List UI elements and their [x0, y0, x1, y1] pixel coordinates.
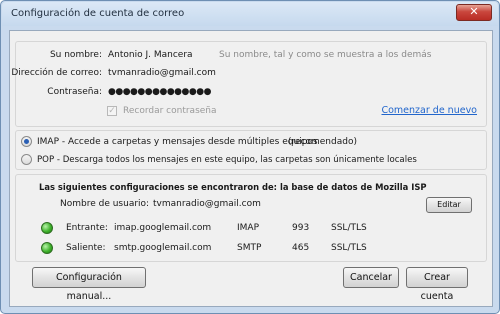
- outgoing-status-icon: [41, 242, 53, 254]
- found-config-group: Las siguientes configuraciones se encont…: [15, 174, 487, 262]
- name-hint: Su nombre, tal y como se muestra a los d…: [219, 50, 432, 60]
- imap-radio[interactable]: [21, 136, 32, 147]
- password-field[interactable]: ●●●●●●●●●●●●●●: [108, 87, 211, 97]
- account-setup-window: Configuración de cuenta de correo ✕ Su n…: [0, 0, 500, 314]
- protocol-group: IMAP - Accede a carpetas y mensajes desd…: [15, 130, 487, 170]
- title-bar: Configuración de cuenta de correo ✕: [2, 2, 498, 26]
- email-field[interactable]: tvmanradio@gmail.com: [108, 68, 216, 78]
- found-config-heading: Las siguientes configuraciones se encont…: [39, 182, 427, 192]
- pop-radio[interactable]: [21, 154, 32, 165]
- incoming-host: imap.googlemail.com: [114, 223, 212, 233]
- restart-link[interactable]: Comenzar de nuevo: [381, 105, 477, 116]
- name-label: Su nombre:: [49, 50, 102, 60]
- outgoing-port: 465: [292, 243, 310, 253]
- incoming-security: SSL/TLS: [331, 223, 367, 233]
- incoming-label: Entrante:: [66, 223, 108, 233]
- incoming-status-icon: [41, 222, 53, 234]
- name-field[interactable]: Antonio J. Mancera: [108, 50, 193, 60]
- checkmark-icon: ✓: [108, 106, 116, 116]
- outgoing-label: Saliente:: [66, 243, 106, 253]
- edit-button[interactable]: Editar: [426, 197, 472, 213]
- window-title: Configuración de cuenta de correo: [11, 8, 185, 19]
- close-button[interactable]: ✕: [456, 4, 492, 21]
- outgoing-security: SSL/TLS: [331, 243, 367, 253]
- outgoing-protocol: SMTP: [237, 243, 262, 253]
- remember-password-label: Recordar contraseña: [123, 106, 217, 116]
- create-account-button[interactable]: Crear cuenta: [406, 267, 468, 302]
- imap-recommended-note: (recomendado): [288, 137, 357, 147]
- incoming-port: 993: [292, 223, 310, 233]
- dialog-body: Su nombre: Antonio J. Mancera Su nombre,…: [9, 30, 493, 307]
- pop-label: POP - Descarga todos los mensajes en est…: [37, 155, 417, 165]
- imap-label: IMAP - Accede a carpetas y mensajes desd…: [37, 137, 318, 147]
- username-value: tvmanradio@gmail.com: [153, 199, 261, 209]
- incoming-protocol: IMAP: [237, 223, 260, 233]
- outgoing-host: smtp.googlemail.com: [114, 243, 212, 253]
- cancel-button[interactable]: Cancelar: [343, 267, 399, 288]
- close-icon: ✕: [469, 5, 479, 18]
- account-details-group: Su nombre: Antonio J. Mancera Su nombre,…: [11, 41, 487, 127]
- password-label: Contraseña:: [47, 87, 102, 97]
- username-label: Nombre de usuario:: [60, 199, 150, 209]
- email-label: Dirección de correo:: [11, 68, 102, 78]
- manual-config-button[interactable]: Configuración manual...: [32, 267, 146, 302]
- remember-password-checkbox[interactable]: ✓: [107, 106, 117, 116]
